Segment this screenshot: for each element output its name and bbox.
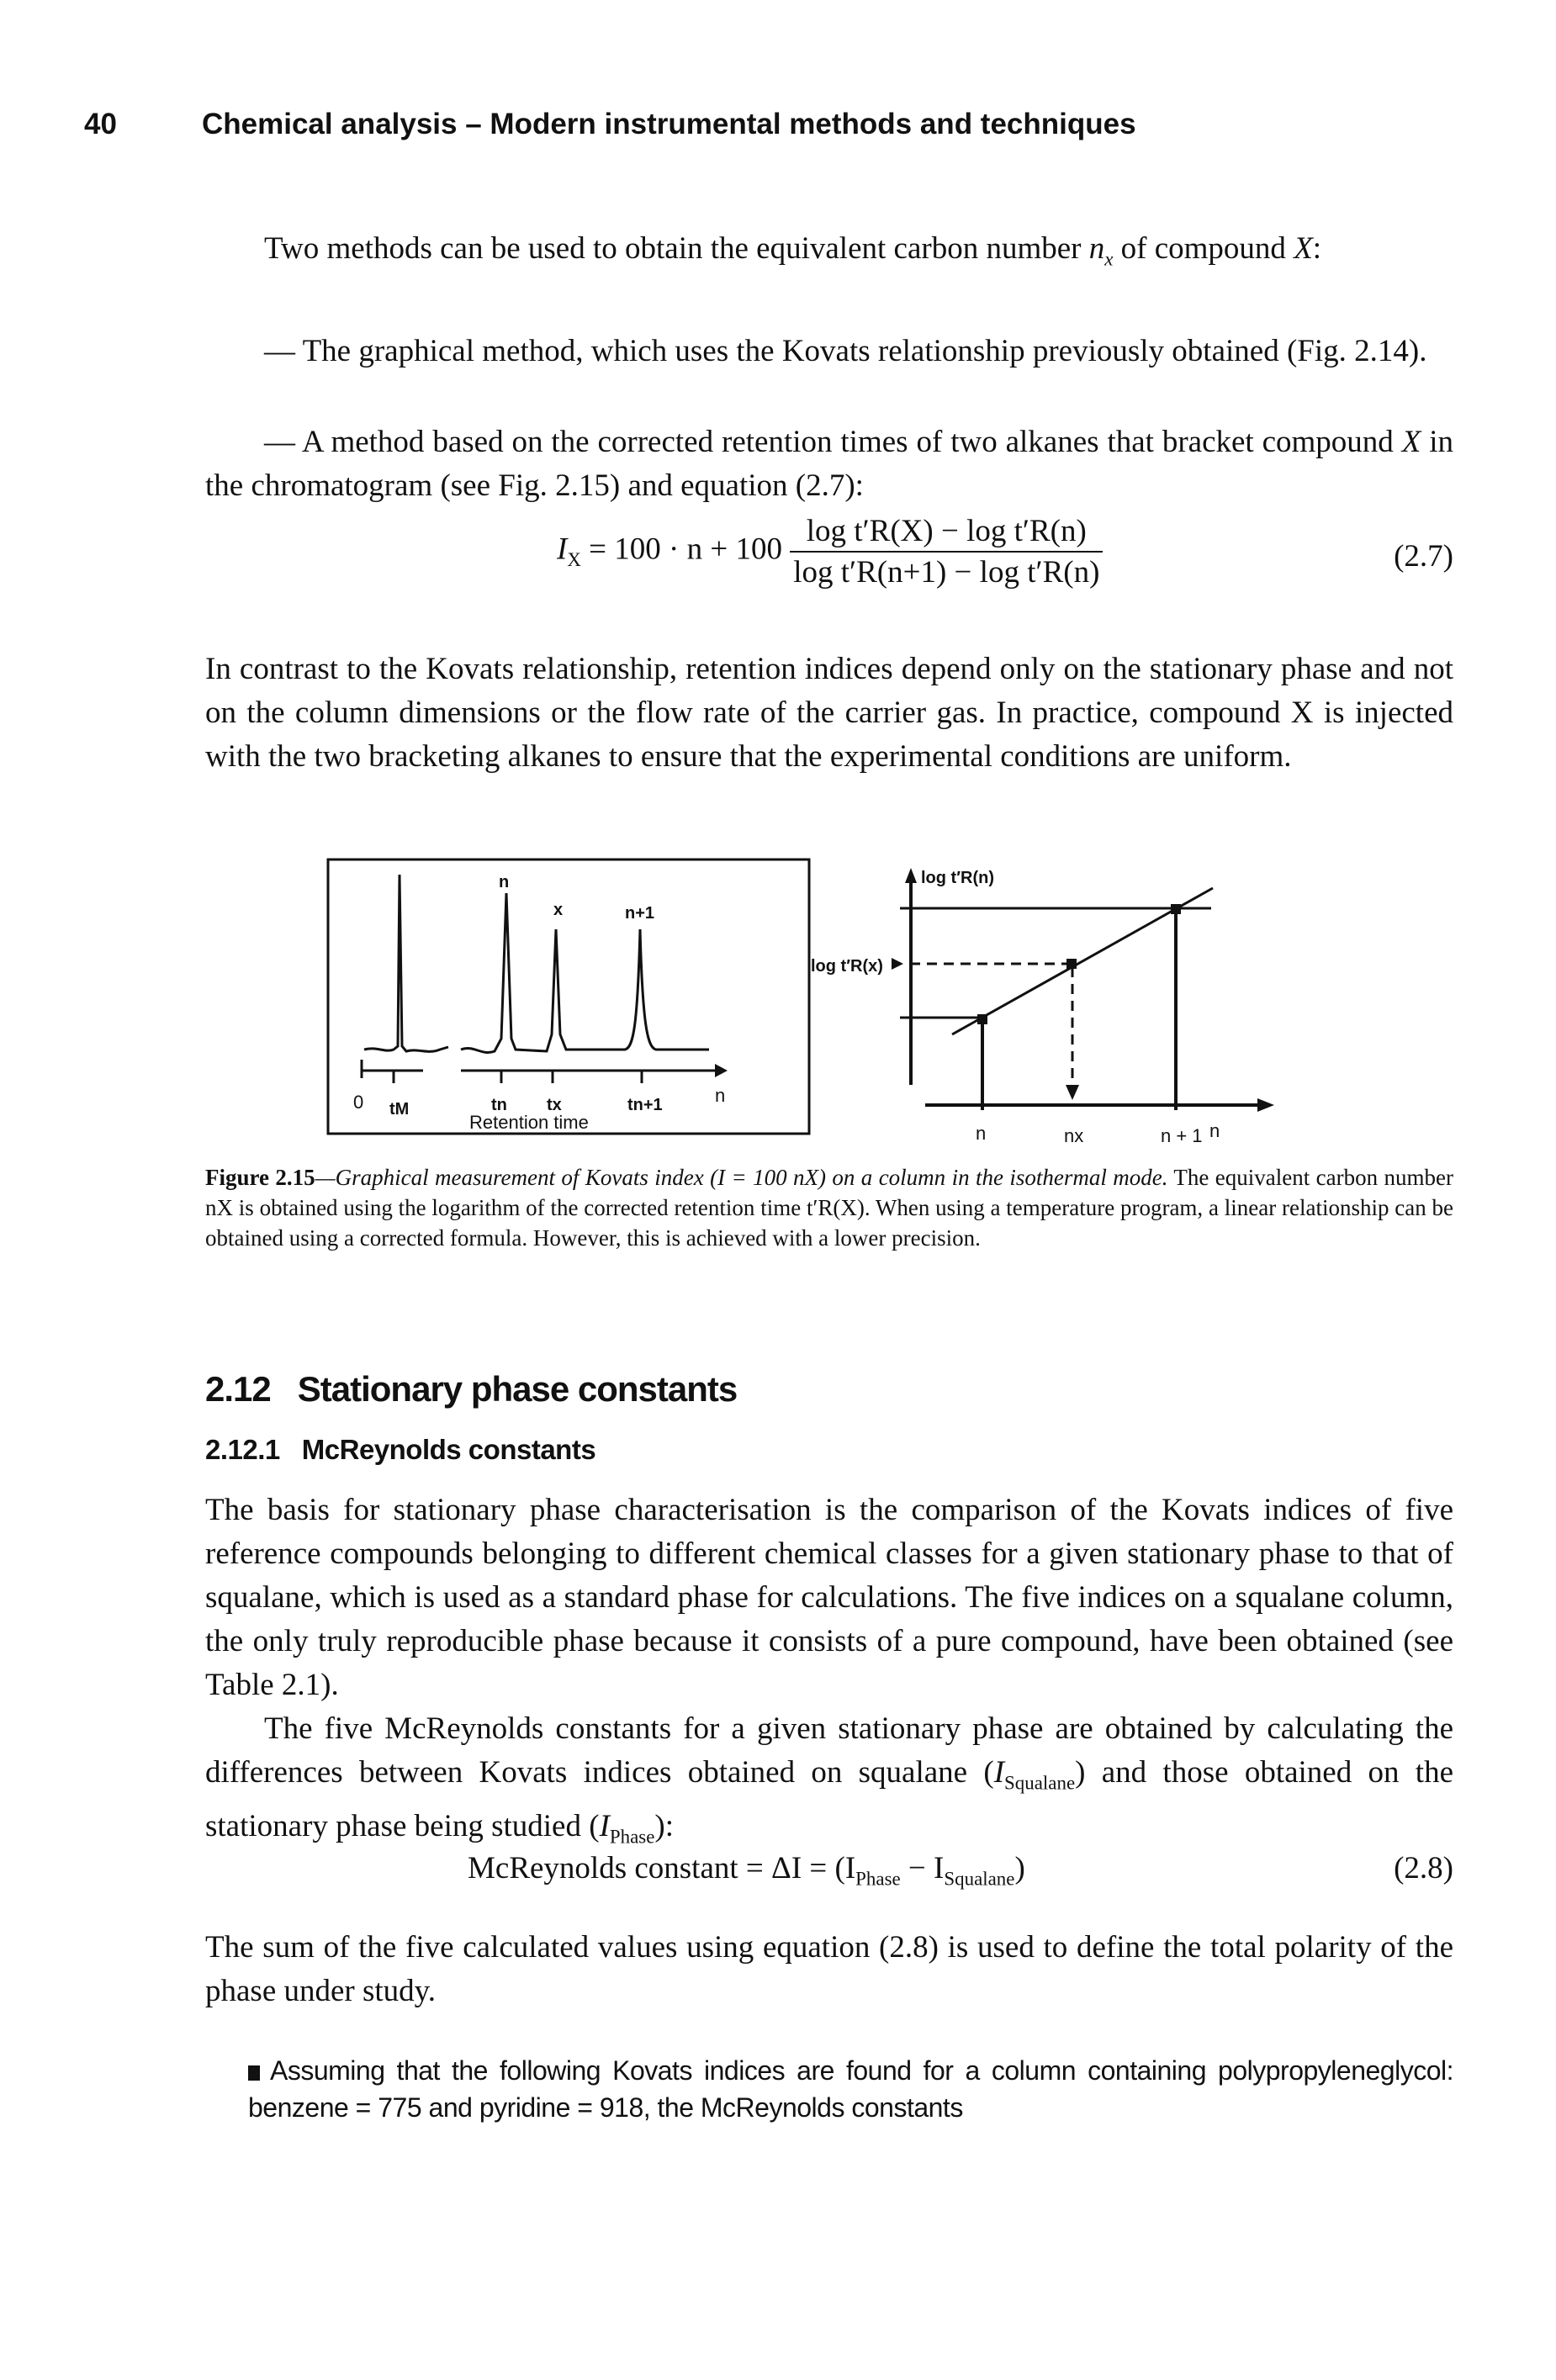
y-axis-arrow-icon [905, 868, 917, 883]
subsection-heading: 2.12.1 McReynolds constants [205, 1434, 596, 1465]
page-number: 40 [84, 108, 117, 140]
axis-label-zero: 0 [353, 1092, 363, 1113]
peak-label-n: n [499, 873, 509, 891]
paragraph-sum: The sum of the five calculated values us… [205, 1930, 1453, 2008]
method-item-2: — A method based on the corrected retent… [205, 425, 1453, 503]
equation-fraction: log t′R(X) − log t′R(n) log t′R(n+1) − l… [790, 513, 1103, 590]
section-heading: 2.12 Stationary phase constants [205, 1369, 738, 1409]
log-plot-figure: log t′R(n) log t′R(x) n nx n + 1 n [811, 868, 1274, 1146]
x-label-n: n [976, 1123, 986, 1144]
x-label-n1: n + 1 [1161, 1125, 1203, 1146]
axis-label-n: n [715, 1085, 725, 1106]
peak-label-n1: n+1 [625, 904, 654, 923]
x-label-nx: nx [1064, 1125, 1083, 1146]
running-title: Chemical analysis – Modern instrumental … [202, 108, 1136, 140]
x-axis-title: Retention time [469, 1112, 589, 1133]
peaks-n-x-n1 [460, 892, 709, 1054]
x-axis-arrow-icon [1257, 1098, 1274, 1112]
axis-label-tm: tM [389, 1100, 409, 1119]
point-n [977, 1014, 987, 1024]
paragraph-mcreynolds: The five McReynolds constants for a give… [205, 1711, 1453, 1848]
y-marker-label: log t′R(x) [811, 957, 883, 976]
chromatogram-figure: n x n+1 0 tM tn tx tn+1 n Retention time [326, 858, 811, 1135]
peak-label-x: x [553, 901, 563, 919]
paragraph-retention-indices: In contrast to the Kovats relationship, … [205, 652, 1453, 774]
bullet-icon [248, 2065, 260, 2081]
equation-number: (2.7) [1394, 539, 1453, 574]
nx-arrow-icon [1066, 1085, 1079, 1100]
figure-caption: Figure 2.15—Graphical measurement of Kov… [205, 1165, 1454, 1251]
axis-label-tn1: tn+1 [627, 1096, 663, 1114]
y-marker-arrow-icon [892, 958, 903, 970]
point-x [1066, 959, 1077, 969]
x-axis-arrow-icon [715, 1064, 728, 1077]
exercise-text: Assuming that the following Kovats indic… [248, 2055, 1454, 2123]
intro-paragraph: Two methods can be used to obtain the eq… [264, 231, 1322, 270]
peak-tm [363, 874, 449, 1053]
y-axis-label: log t′R(n) [921, 869, 994, 887]
point-n1 [1171, 904, 1181, 914]
paragraph-basis: The basis for stationary phase character… [205, 1493, 1453, 1702]
equation-number: (2.8) [1394, 1851, 1453, 1885]
method-item-1: — The graphical method, which uses the K… [264, 334, 1427, 368]
x-label-n-axis: n [1209, 1120, 1220, 1141]
